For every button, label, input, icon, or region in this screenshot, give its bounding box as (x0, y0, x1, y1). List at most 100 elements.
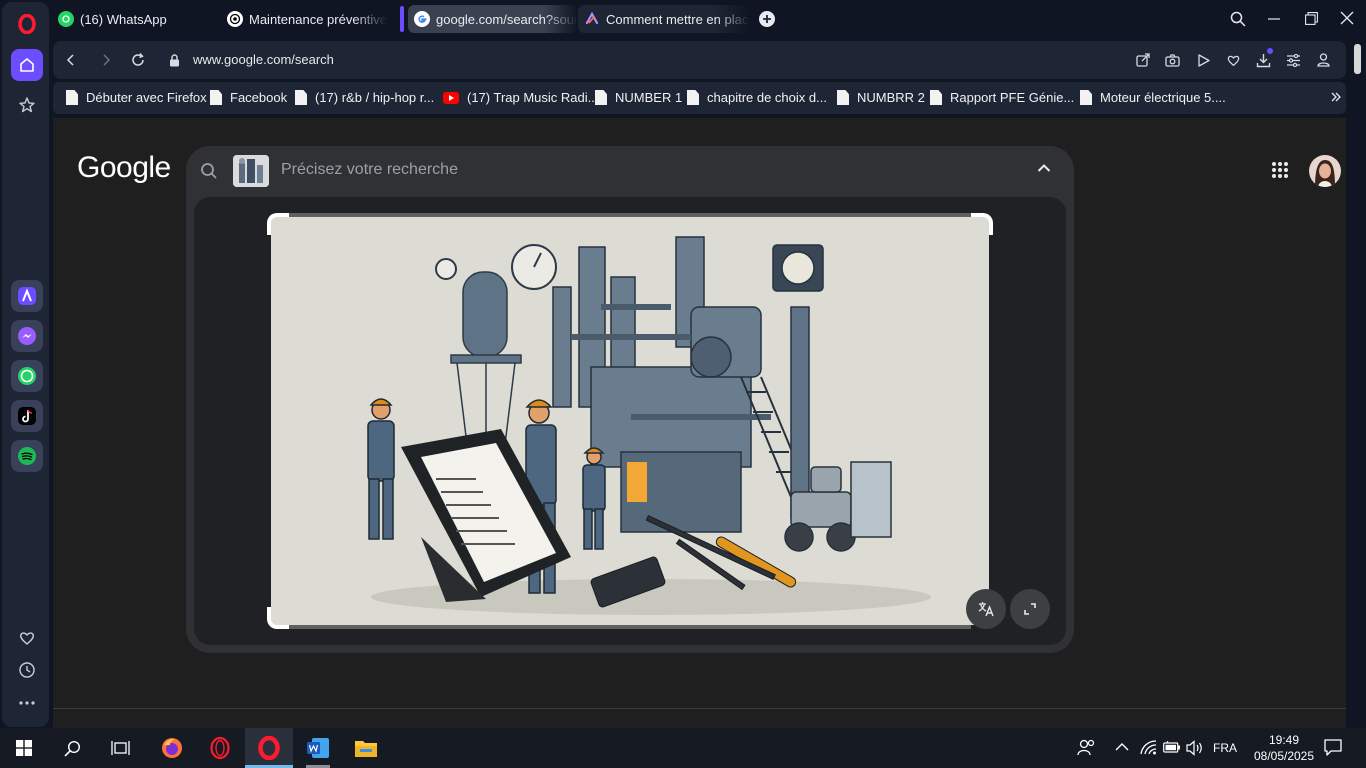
chevron-up-icon[interactable] (1037, 163, 1051, 173)
whatsapp-icon (58, 11, 74, 27)
task-view-icon[interactable] (96, 728, 144, 768)
opera-sidebar (0, 0, 50, 728)
uploaded-image-thumbnail[interactable] (233, 155, 269, 187)
heart-icon[interactable] (1224, 51, 1242, 69)
word-icon[interactable] (294, 728, 342, 768)
reload-icon[interactable] (129, 51, 147, 69)
crop-handle-top-right[interactable] (971, 213, 993, 235)
restore-icon[interactable] (1305, 12, 1318, 25)
snapshot-camera-icon[interactable] (1163, 51, 1181, 69)
tab-title: Comment mettre en place (606, 11, 750, 27)
crop-border-bottom (289, 625, 971, 629)
tab-island-marker (400, 6, 404, 32)
whatsapp-icon[interactable] (11, 360, 43, 392)
system-clock[interactable]: 19:49 08/05/2025 (1248, 732, 1320, 764)
bookmark-item[interactable]: chapitre de choix d... (687, 90, 827, 105)
chatgpt-icon (227, 11, 243, 27)
aria-icon[interactable] (11, 280, 43, 312)
window-scrollbar[interactable] (1354, 44, 1361, 74)
sidebar-panel (2, 2, 49, 727)
youtube-icon (443, 91, 459, 104)
more-options-icon[interactable] (11, 687, 43, 719)
battery-icon[interactable] (1163, 741, 1181, 753)
bookmark-label: chapitre de choix d... (707, 90, 827, 105)
avatar[interactable] (1309, 155, 1341, 187)
google-apps-icon[interactable] (1271, 161, 1289, 179)
bookmark-label: Facebook (230, 90, 288, 105)
bookmark-item[interactable]: Débuter avec Firefox (66, 90, 207, 105)
tab-title: Maintenance préventive in (249, 11, 387, 27)
tiktok-icon[interactable] (11, 400, 43, 432)
easy-setup-icon[interactable] (1284, 51, 1302, 69)
claude-icon (584, 11, 600, 27)
close-window-icon[interactable] (1340, 11, 1354, 25)
wifi-icon[interactable] (1140, 740, 1158, 755)
bookmark-item[interactable]: Moteur électrique 5.... (1080, 90, 1226, 105)
opera-browser-icon[interactable] (245, 728, 293, 768)
bookmark-item[interactable]: (17) r&b / hip-hop r... (295, 90, 434, 105)
heart-icon[interactable] (11, 622, 43, 654)
document-icon (687, 90, 699, 105)
star-icon[interactable] (11, 89, 43, 121)
bookmark-item[interactable]: NUMBRR 2 (837, 90, 925, 105)
search-icon[interactable] (48, 728, 96, 768)
tab-search-icon[interactable] (1230, 11, 1246, 27)
messenger-icon[interactable] (11, 320, 43, 352)
document-icon (1080, 90, 1092, 105)
search-icon[interactable] (200, 162, 218, 180)
notifications-icon[interactable] (1324, 739, 1342, 756)
bookmark-item[interactable]: (17) Trap Music Radi... (443, 90, 599, 105)
page-divider (53, 708, 1346, 709)
translate-icon[interactable] (966, 589, 1006, 629)
volume-icon[interactable] (1186, 740, 1204, 756)
tab-strip: (16) WhatsApp Maintenance préventive in … (50, 0, 1366, 38)
bookmark-item[interactable]: Facebook (210, 90, 287, 105)
home-icon[interactable] (11, 49, 43, 81)
document-icon (210, 90, 222, 105)
bookmarks-overflow-icon[interactable] (1331, 92, 1341, 102)
new-tab-icon[interactable] (759, 11, 775, 27)
tab-chatgpt[interactable]: Maintenance préventive in (221, 5, 387, 33)
tab-google-search[interactable]: google.com/search?source (408, 5, 578, 33)
document-icon (930, 90, 942, 105)
document-icon (295, 90, 307, 105)
document-icon (66, 90, 78, 105)
crop-border-top (289, 213, 971, 217)
history-icon[interactable] (11, 654, 43, 686)
player-play-icon[interactable] (1194, 51, 1212, 69)
firefox-icon[interactable] (148, 728, 196, 768)
minimize-icon[interactable] (1268, 18, 1280, 20)
opera-gx-icon[interactable] (196, 728, 244, 768)
url-field[interactable]: www.google.com/search (193, 52, 334, 67)
tab-whatsapp[interactable]: (16) WhatsApp (52, 5, 212, 33)
people-icon[interactable] (1077, 739, 1096, 756)
profile-icon[interactable] (1314, 51, 1332, 69)
forward-icon[interactable] (97, 51, 115, 69)
lock-icon[interactable] (165, 51, 183, 69)
opera-logo-icon[interactable] (11, 8, 43, 40)
downloads-icon[interactable] (1254, 48, 1273, 69)
bookmark-item[interactable]: NUMBER 1 (595, 90, 682, 105)
fullscreen-icon[interactable] (1010, 589, 1050, 629)
bookmark-label: Débuter avec Firefox (86, 90, 207, 105)
document-icon (837, 90, 849, 105)
spotify-icon[interactable] (11, 440, 43, 472)
back-icon[interactable] (62, 51, 80, 69)
bookmark-label: NUMBER 1 (615, 90, 683, 105)
bookmark-label: Rapport PFE Génie... (950, 90, 1075, 105)
crop-handle-top-left[interactable] (267, 213, 289, 235)
industrial-maintenance-illustration[interactable] (271, 217, 989, 625)
tab-title: google.com/search?source (436, 11, 578, 27)
search-input[interactable]: Précisez votre recherche (281, 161, 458, 179)
file-explorer-icon[interactable] (342, 728, 390, 768)
windows-start-icon[interactable] (0, 728, 48, 768)
bookmark-item[interactable]: Rapport PFE Génie... (930, 90, 1074, 105)
input-language[interactable]: FRA (1213, 741, 1237, 755)
google-logo[interactable]: Google (77, 151, 171, 185)
share-icon[interactable] (1134, 51, 1152, 69)
bookmark-label: (17) r&b / hip-hop r... (315, 90, 435, 105)
document-icon (595, 90, 607, 105)
crop-handle-bottom-left[interactable] (267, 607, 289, 629)
tab-claude[interactable]: Comment mettre en place (578, 5, 750, 33)
chevron-up-icon[interactable] (1115, 742, 1129, 751)
